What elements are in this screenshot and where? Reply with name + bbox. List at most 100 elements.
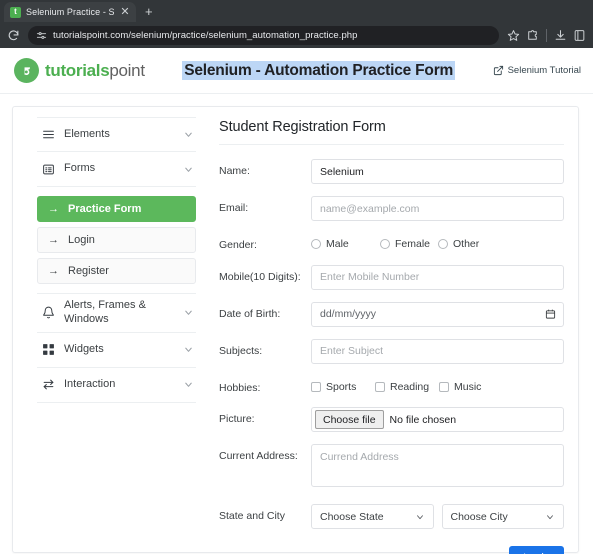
chevron-down-icon[interactable] (183, 379, 194, 390)
file-status-text: No file chosen (389, 413, 457, 426)
chevron-down-icon[interactable] (183, 129, 194, 140)
form-title: Student Registration Form (219, 119, 564, 145)
label-gender: Gender: (219, 239, 257, 251)
field-row-subjects: Subjects: (219, 338, 564, 364)
gender-option-label: Female (395, 238, 431, 250)
login-submit-button[interactable]: Login (509, 546, 564, 554)
sidebar-item-forms[interactable]: Forms (37, 152, 196, 187)
sidebar-subitem-register[interactable]: → Register (37, 258, 196, 284)
sidebar-subitem-label: Register (68, 265, 109, 277)
sidebar-item-alerts[interactable]: Alerts, Frames & Windows (37, 293, 196, 333)
city-select[interactable]: Choose City (441, 504, 564, 530)
gender-option-label: Male (326, 238, 349, 250)
tune-icon[interactable] (36, 28, 47, 43)
arrow-right-icon: → (48, 233, 59, 246)
site-logo[interactable]: tutorialspoint (14, 58, 145, 83)
selenium-tutorial-link[interactable]: Selenium Tutorial (493, 65, 581, 76)
checkbox-icon[interactable] (311, 381, 321, 392)
close-icon[interactable]: ✕ (119, 6, 131, 18)
tab-title: Selenium Practice - Student (26, 7, 114, 17)
state-select[interactable]: Choose State (311, 504, 434, 530)
field-row-state-city: State and City Choose State Choose City (219, 504, 564, 530)
field-row-dob: Date of Birth: (219, 301, 564, 327)
radio-icon[interactable] (438, 239, 448, 249)
sidebar-subitem-login[interactable]: → Login (37, 227, 196, 253)
checkbox-icon[interactable] (439, 381, 449, 392)
logo-light-text: point (109, 60, 145, 80)
gender-option-label: Other (453, 238, 480, 250)
list-icon (41, 163, 55, 176)
sidebar-label-widgets: Widgets (64, 342, 104, 355)
arrow-right-icon: → (48, 264, 59, 277)
puzzle-icon[interactable] (525, 28, 540, 43)
state-select-value: Choose State (320, 510, 384, 523)
sidebar: Elements Forms → Practice Form → Login →… (13, 117, 206, 552)
sidebar-subitem-label: Login (68, 234, 95, 246)
label-picture: Picture: (219, 413, 255, 426)
checkbox-icon[interactable] (375, 381, 385, 392)
hobby-option-label: Music (454, 380, 482, 393)
gender-option-female[interactable]: Female (380, 238, 438, 250)
hobby-option-label: Reading (390, 380, 430, 393)
label-state-city: State and City (219, 510, 285, 523)
sidebar-subitems: → Practice Form → Login → Register (37, 187, 196, 293)
label-hobbies: Hobbies: (219, 381, 261, 394)
dob-input[interactable] (311, 301, 564, 327)
plus-icon[interactable]: + (145, 5, 153, 18)
toolbar-divider (546, 28, 547, 42)
omnibox-toolbar: tutorialspoint.com/selenium/practice/sel… (0, 22, 593, 48)
chevron-down-icon[interactable] (183, 307, 194, 318)
logo-bold-text: tutorials (45, 60, 110, 80)
label-mobile: Mobile(10 Digits): (219, 270, 301, 283)
form-actions: Login (219, 541, 564, 554)
sidebar-subitem-practice-form[interactable]: → Practice Form (37, 196, 196, 222)
hobbies-checkbox-group: Sports Reading Music (311, 376, 564, 393)
sidebar-label-alerts: Alerts, Frames & Windows (64, 299, 146, 325)
label-subjects: Subjects: (219, 344, 263, 357)
sidebar-label-elements: Elements (64, 127, 110, 140)
tutorialspoint-logo (14, 58, 39, 83)
picture-file-input[interactable]: Choose file No file chosen (311, 407, 564, 433)
download-icon[interactable] (553, 28, 568, 43)
address-bar[interactable]: tutorialspoint.com/selenium/practice/sel… (28, 25, 499, 45)
field-row-address: Current Address: (219, 444, 564, 492)
email-input[interactable] (311, 196, 564, 221)
name-input[interactable] (311, 159, 564, 184)
reload-icon[interactable] (6, 28, 21, 43)
hobby-option-music[interactable]: Music (439, 381, 481, 393)
arrow-right-icon: → (48, 202, 59, 215)
gender-option-other[interactable]: Other (438, 238, 479, 250)
hobby-option-label: Sports (326, 380, 357, 393)
chevron-down-icon[interactable] (183, 164, 194, 175)
radio-icon[interactable] (380, 239, 390, 249)
mobile-input[interactable] (311, 264, 564, 290)
hobby-option-reading[interactable]: Reading (375, 381, 439, 393)
label-email: Email: (219, 202, 249, 214)
gender-option-male[interactable]: Male (311, 238, 380, 250)
radio-icon[interactable] (311, 239, 321, 249)
chevron-down-icon (545, 512, 555, 522)
hobby-option-sports[interactable]: Sports (311, 381, 375, 393)
state-city-selects: Choose State Choose City (311, 504, 564, 530)
subjects-input[interactable] (311, 338, 564, 364)
sidebar-item-elements[interactable]: Elements (37, 117, 196, 152)
choose-file-button[interactable]: Choose file (315, 410, 384, 430)
sidebar-item-widgets[interactable]: Widgets (37, 333, 196, 368)
chevron-down-icon[interactable] (183, 344, 194, 355)
gender-radio-group: Male Female Other (311, 233, 564, 250)
page-title-text: Selenium - Automation Practice Form (182, 60, 456, 80)
star-icon[interactable] (506, 28, 521, 43)
tab-strip: t Selenium Practice - Student ✕ + (0, 0, 593, 22)
label-name: Name: (219, 165, 250, 177)
current-address-textarea[interactable] (311, 444, 564, 488)
browser-tab[interactable]: t Selenium Practice - Student ✕ (4, 2, 136, 22)
widgets-icon (41, 343, 55, 356)
hamburger-icon (41, 128, 55, 141)
tutorial-link-label: Selenium Tutorial (507, 65, 581, 76)
external-link-icon (493, 65, 504, 76)
page-title: Selenium - Automation Practice Form (145, 60, 493, 80)
page-viewport: tutorialspoint Selenium - Automation Pra… (0, 48, 593, 554)
interaction-icon (41, 378, 55, 391)
profile-icon[interactable] (572, 28, 587, 43)
sidebar-item-interaction[interactable]: Interaction (37, 368, 196, 403)
